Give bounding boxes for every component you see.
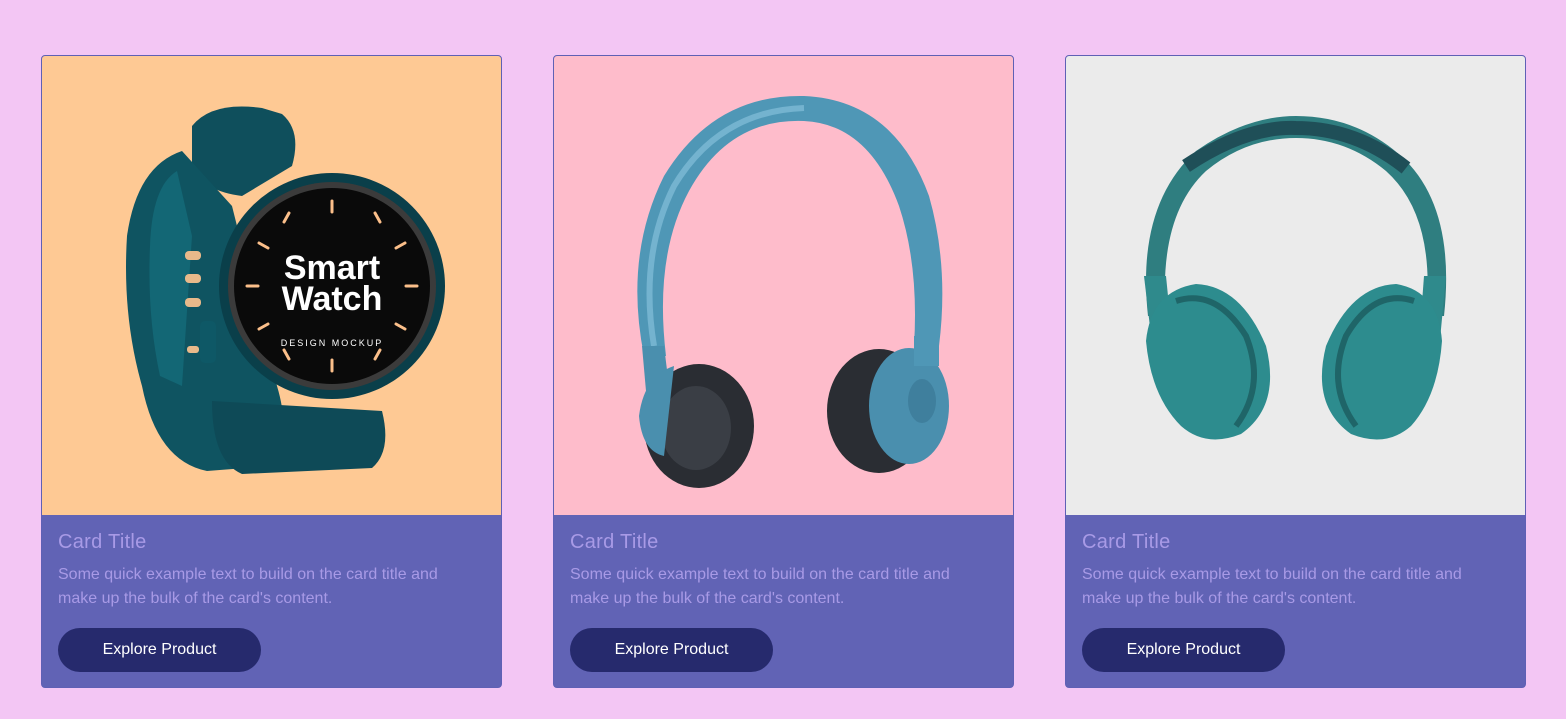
watch-face-label-2: Watch <box>282 280 383 318</box>
card-body: Card Title Some quick example text to bu… <box>1066 515 1525 687</box>
card-text: Some quick example text to build on the … <box>58 566 438 607</box>
card-body: Card Title Some quick example text to bu… <box>42 515 501 687</box>
card-title: Card Title <box>570 531 659 553</box>
watch-face-sublabel: DESIGN MOCKUP <box>281 338 384 348</box>
explore-product-button[interactable]: Explore Product <box>1082 628 1285 672</box>
card-text: Some quick example text to build on the … <box>570 566 950 607</box>
card-text: Some quick example text to build on the … <box>1082 566 1462 607</box>
card-body: Card Title Some quick example text to bu… <box>554 515 1013 687</box>
teal-headphones-image <box>1066 56 1525 515</box>
product-card-list: Smart Watch DESIGN MOCKUP Card Title Som… <box>41 55 1526 688</box>
smartwatch-illustration: Smart Watch DESIGN MOCKUP <box>126 106 445 474</box>
product-card: Card Title Some quick example text to bu… <box>1065 55 1526 688</box>
blue-headphones-illustration <box>637 95 949 488</box>
product-card: Smart Watch DESIGN MOCKUP Card Title Som… <box>41 55 502 688</box>
product-card: Card Title Some quick example text to bu… <box>553 55 1014 688</box>
card-title: Card Title <box>1082 531 1171 553</box>
card-title: Card Title <box>58 531 147 553</box>
blue-headphones-image <box>554 56 1013 515</box>
explore-product-button[interactable]: Explore Product <box>58 628 261 672</box>
teal-headphones-illustration <box>1144 116 1447 440</box>
explore-product-button[interactable]: Explore Product <box>570 628 773 672</box>
smartwatch-image: Smart Watch DESIGN MOCKUP <box>42 56 501 515</box>
